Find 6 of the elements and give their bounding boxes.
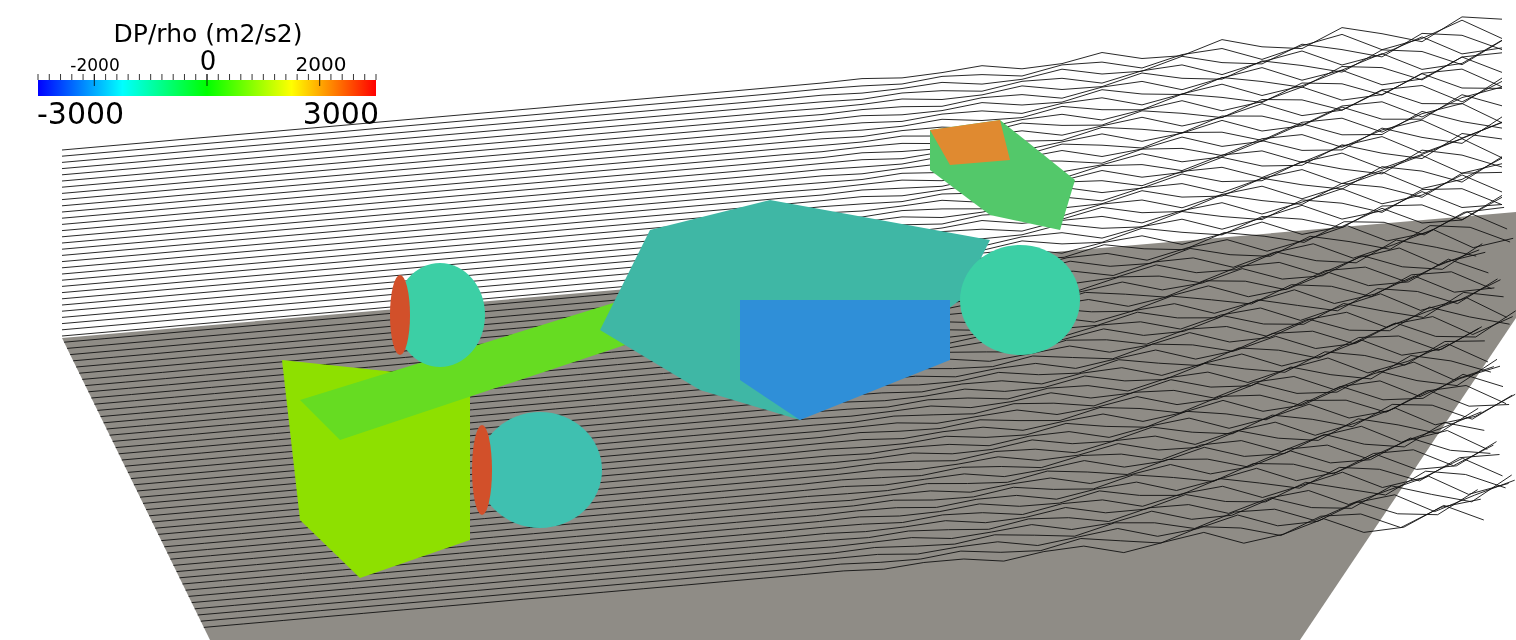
tick-label: 0 bbox=[199, 48, 217, 74]
tick-label: 2000 bbox=[295, 54, 347, 74]
legend-title: DP/rho (m2/s2) bbox=[112, 18, 304, 50]
tick-label: -2000 bbox=[70, 57, 120, 74]
range-max-label: 3000 bbox=[302, 97, 379, 131]
range-min-label: -3000 bbox=[37, 97, 125, 131]
